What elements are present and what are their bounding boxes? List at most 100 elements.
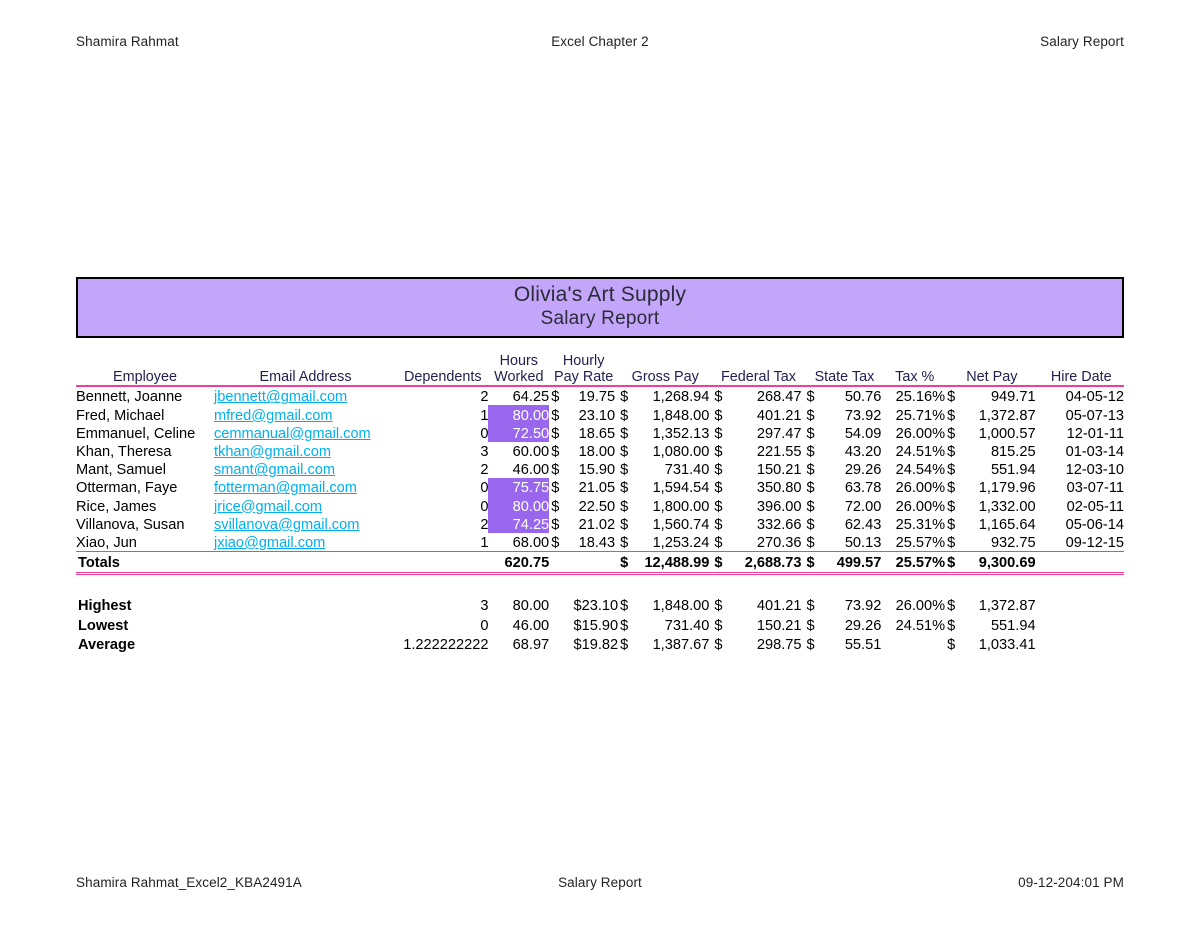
email-cell: jrice@gmail.com	[214, 496, 397, 515]
federal-tax-value: $297.47	[712, 424, 804, 442]
gross-pay-value: $1,848.00	[618, 405, 712, 424]
page-header-right: Salary Report	[1040, 34, 1124, 49]
gross-pay-value: $1,253.24	[618, 533, 712, 552]
federal-tax-value-value: 268.47	[756, 389, 802, 406]
net-pay-value-value: 1,372.87	[978, 407, 1036, 424]
summary-net-pay-value: $1,372.87	[945, 595, 1038, 614]
net-pay-value: $815.25	[945, 442, 1038, 460]
page-header-left: Shamira Rahmat	[76, 34, 179, 49]
net-pay-value-symbol: $	[947, 444, 956, 461]
page-footer-center: Salary Report	[558, 875, 642, 890]
state-tax-value-value: 62.43	[844, 516, 882, 533]
summary-hours-value: 80.00	[512, 598, 550, 615]
email-cell: mfred@gmail.com	[214, 405, 397, 424]
tax-percent-value: 25.71%	[895, 407, 946, 424]
employee-name: Rice, James	[76, 498, 157, 515]
tax-percent-value: 26.00%	[895, 425, 946, 442]
gross-pay-value: $1,268.94	[618, 386, 712, 405]
summary-hours-value: 46.00	[512, 617, 550, 634]
totals-state-tax-value-symbol: $	[806, 555, 815, 572]
hourly-pay-rate-value-symbol: $	[551, 516, 560, 533]
employee-name: Mant, Samuel	[76, 462, 167, 479]
net-pay-value: $1,000.57	[945, 424, 1038, 442]
hourly-pay-rate-value-value: 23.10	[578, 407, 616, 424]
table-row: Fred, Michael mfred@gmail.com 1 80.00 $23.10…	[76, 405, 1124, 424]
summary-net-pay-value-symbol: $	[947, 617, 956, 634]
totals-net-pay-value-symbol: $	[947, 555, 956, 572]
summary-row: Average 1.222222222 68.97 $19.82 $1,387.67 $2…	[76, 634, 1124, 653]
spacer-row	[76, 574, 1124, 596]
totals-state-tax-value: $499.57	[804, 550, 885, 576]
page-header: Shamira Rahmat Excel Chapter 2 Salary Re…	[76, 34, 1124, 49]
hourly-pay-rate-value-value: 18.43	[578, 534, 616, 551]
hire-date-value: 04-05-12	[1065, 389, 1124, 406]
gross-pay-value: $731.40	[618, 460, 712, 478]
hours-worked-value: 68.00	[512, 534, 550, 551]
summary-hire-date-blank	[1039, 634, 1124, 653]
federal-tax-value-value: 396.00	[756, 498, 802, 515]
summary-federal-tax-value-value: 150.21	[756, 617, 802, 634]
email-cell: svillanova@gmail.com	[214, 515, 397, 533]
email-link[interactable]: mfred@gmail.com	[214, 408, 333, 424]
table-row: Rice, James jrice@gmail.com 0 80.00 $22.50 $1…	[76, 496, 1124, 515]
employee-name: Fred, Michael	[76, 407, 165, 424]
hourly-pay-rate-value-symbol: $	[551, 462, 560, 479]
state-tax-value: $62.43	[805, 515, 885, 533]
net-pay-value-symbol: $	[947, 480, 956, 497]
net-pay-value: $1,372.87	[945, 405, 1038, 424]
state-tax-value-value: 54.09	[844, 425, 882, 442]
column-header-hours-line2: Worked	[494, 368, 544, 385]
email-link[interactable]: cemmanual@gmail.com	[214, 426, 371, 442]
net-pay-value-symbol: $	[947, 534, 956, 551]
summary-federal-tax-value: $298.75	[712, 634, 804, 653]
gross-pay-value-value: 1,594.54	[652, 480, 710, 497]
net-pay-value-symbol: $	[947, 462, 956, 479]
email-link[interactable]: jrice@gmail.com	[214, 499, 322, 515]
hourly-pay-rate-value-value: 15.90	[578, 462, 616, 479]
net-pay-value-symbol: $	[947, 498, 956, 515]
hourly-pay-rate-value: $18.43	[549, 533, 618, 552]
table-row: Khan, Theresa tkhan@gmail.com 3 60.00 $18.00…	[76, 442, 1124, 460]
federal-tax-value-symbol: $	[714, 425, 723, 442]
gross-pay-value: $1,560.74	[618, 515, 712, 533]
federal-tax-value-symbol: $	[714, 462, 723, 479]
tax-percent-value: 25.31%	[895, 516, 946, 533]
hours-worked-value: 60.00	[512, 444, 550, 461]
totals-gross-pay-value-value: 12,488.99	[644, 555, 710, 572]
net-pay-value-value: 932.75	[990, 534, 1036, 551]
email-link[interactable]: jxiao@gmail.com	[214, 535, 325, 551]
state-tax-value-symbol: $	[806, 444, 815, 461]
email-link[interactable]: tkhan@gmail.com	[214, 444, 331, 460]
gross-pay-value-value: 1,253.24	[652, 534, 710, 551]
hours-worked-value: 80.00	[488, 405, 550, 424]
email-link[interactable]: jbennett@gmail.com	[214, 389, 347, 405]
federal-tax-value-value: 332.66	[756, 516, 802, 533]
state-tax-value-value: 72.00	[844, 498, 882, 515]
state-tax-value-symbol: $	[806, 407, 815, 424]
state-tax-value-symbol: $	[806, 534, 815, 551]
hire-date-value: 09-12-15	[1065, 534, 1124, 551]
email-cell: cemmanual@gmail.com	[214, 424, 397, 442]
state-tax-value: $50.13	[805, 533, 885, 552]
email-link[interactable]: fotterman@gmail.com	[214, 480, 357, 496]
summary-dependents-value: 1.222222222	[403, 636, 489, 653]
state-tax-value: $54.09	[805, 424, 885, 442]
email-link[interactable]: svillanova@gmail.com	[214, 517, 359, 533]
employee-name: Bennett, Joanne	[76, 389, 183, 406]
summary-state-tax-value-value: 73.92	[844, 598, 882, 615]
report-subtitle: Salary Report	[540, 307, 660, 329]
employee-name: Khan, Theresa	[76, 444, 172, 461]
net-pay-value: $949.71	[945, 386, 1038, 405]
hourly-pay-rate-value: $21.02	[549, 515, 618, 533]
state-tax-value-value: 50.76	[844, 389, 882, 406]
gross-pay-value-value: 1,080.00	[652, 444, 710, 461]
summary-net-pay-value-symbol: $	[947, 598, 956, 615]
email-link[interactable]: smant@gmail.com	[214, 462, 335, 478]
state-tax-value-value: 63.78	[844, 480, 882, 497]
summary-row: Highest 3 80.00 $23.10 $1,848.00 $401.21 $73.9…	[76, 595, 1124, 614]
gross-pay-value-value: 731.40	[664, 462, 710, 479]
column-header-hire-date: Hire Date	[1038, 354, 1124, 388]
summary-federal-tax-value-symbol: $	[714, 636, 723, 653]
column-header-hours-line1: Hours	[499, 353, 538, 370]
summary-net-pay-value: $551.94	[945, 614, 1038, 634]
